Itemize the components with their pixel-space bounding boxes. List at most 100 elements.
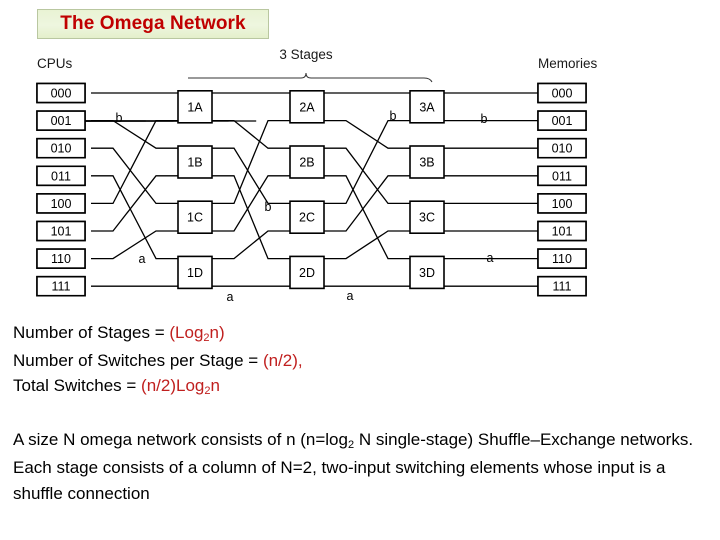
wire-cpu-to-stage1-1: [91, 119, 178, 149]
wire-stage2-to-stage3-3: [324, 175, 410, 260]
formula-line-total-switches: Total Switches = (n/2)Log2n: [13, 373, 573, 401]
wire-stage1-to-stage2-6: [212, 230, 290, 260]
wire-cpu-to-stage1-6: [91, 230, 178, 260]
cpu-node-top-001-label: 001: [51, 114, 72, 128]
formula-value-total-switches-sub: 2: [204, 385, 211, 397]
stage2-switch-2D-label: 2D: [299, 266, 315, 280]
stage1-switch-1B: 1B: [177, 145, 213, 179]
stage1-switch-1A: 1A: [177, 89, 213, 124]
wire-stage1-to-stage2-1: [212, 119, 290, 149]
wire-label-a-1: a: [139, 252, 146, 266]
stage3-switch-3A-label: 3A: [419, 100, 435, 114]
wire-stage2-to-stage3-6: [324, 230, 410, 260]
formula-label-stages: Number of Stages =: [13, 323, 170, 342]
cpu-node-top-110: 110: [36, 248, 86, 269]
cpu-node-top-011: 011: [36, 165, 86, 187]
memory-node-top-000-label: 000: [552, 87, 573, 101]
wire-label-b-0: b: [116, 111, 123, 125]
stage2-switch-2C: 2C: [289, 200, 325, 234]
formula-label-total-switches: Total Switches =: [13, 376, 142, 395]
formula-value-total-switches: (n/2)Log2n: [141, 376, 220, 397]
cpu-node-top-101-label: 101: [51, 225, 72, 239]
page-title: The Omega Network: [60, 13, 246, 34]
stage2-switch-2B-label: 2B: [299, 156, 314, 170]
memory-node-top-010: 010: [537, 137, 587, 159]
stage3-switch-3A: 3A: [409, 89, 445, 124]
cpu-node-top-101: 101: [36, 220, 86, 242]
stage3-switch-3B: 3B: [409, 145, 445, 179]
formula-value-stages-tail: n): [209, 323, 225, 342]
stage3-switch-3C-label: 3C: [419, 211, 435, 225]
wire-cpu-to-stage1-4: [91, 119, 178, 205]
memory-node-top-010-label: 010: [552, 142, 573, 156]
cpus-column-label: CPUs: [37, 56, 73, 71]
stage1-switch-1C: 1C: [177, 200, 213, 234]
memory-node-top-111: 111: [537, 275, 587, 297]
memory-node-top-011: 011: [537, 165, 587, 187]
wire-label-b-4: b: [390, 109, 397, 123]
stage2-switch-2A-label: 2A: [299, 100, 315, 114]
stage3-switch-3B-label: 3B: [419, 156, 434, 170]
wire-cpu-to-stage1-3: [91, 175, 178, 260]
stage1-switch-1B-label: 1B: [187, 156, 202, 170]
cpu-node-top-110-label: 110: [51, 252, 71, 266]
stage1-switch-1C-label: 1C: [187, 211, 203, 225]
cpu-node-top-000: 000: [36, 82, 86, 104]
memories-column-label: Memories: [538, 56, 598, 71]
memory-node-top-111-label: 111: [552, 280, 571, 294]
stage2-switch-2C-label: 2C: [299, 211, 315, 225]
wire-label-b-2: b: [265, 200, 272, 214]
wire-stage2-to-stage3-1: [324, 119, 410, 149]
body-text-part1: A size N omega network consists of n (n=…: [13, 430, 348, 449]
stage2-switch-2D: 2D: [289, 255, 325, 290]
title-banner: The Omega Network: [37, 9, 269, 39]
stages-brace: [188, 72, 433, 83]
formula-value-total-switches-head: (n/2)Log: [141, 376, 205, 395]
memory-node-top-001-label: 001: [552, 114, 573, 128]
memory-node-top-011-label: 011: [552, 169, 572, 183]
stage3-switch-3C: 3C: [409, 200, 445, 234]
cpu-node-top-011-label: 011: [51, 169, 71, 183]
stage1-switch-1A-label: 1A: [187, 100, 203, 114]
cpu-node-top-100: 100: [36, 193, 86, 214]
memory-node-top-101-label: 101: [552, 225, 573, 239]
stages-label: 3 Stages: [279, 48, 333, 62]
formula-line-stages: Number of Stages = (Log2n): [13, 320, 573, 348]
wire-stage1-to-stage2-4: [212, 119, 290, 205]
cpu-node-top-001: 001: [36, 110, 86, 131]
cpu-node-top-111: 111: [36, 275, 86, 297]
formula-block: Number of Stages = (Log2n) Number of Swi…: [13, 320, 573, 401]
body-paragraph: A size N omega network consists of n (n=…: [13, 427, 701, 507]
memory-node-top-110-label: 110: [552, 252, 572, 266]
wire-label-a-7: a: [487, 251, 494, 265]
formula-value-stages-head: (Log: [169, 323, 204, 342]
formula-value-stages: (Log2n): [169, 323, 225, 344]
wire-label-b-6: b: [481, 112, 488, 126]
formula-value-stages-sub: 2: [203, 332, 210, 344]
formula-label-switches-per-stage: Number of Switches per Stage =: [13, 351, 263, 370]
formula-value-total-switches-tail: n: [210, 376, 220, 395]
cpu-node-top-010: 010: [36, 137, 86, 159]
memory-node-top-100: 100: [537, 193, 587, 214]
stage2-switch-2A: 2A: [289, 89, 325, 124]
memory-node-top-100-label: 100: [552, 197, 573, 211]
formula-value-switches-per-stage: (n/2),: [262, 351, 303, 370]
wire-label-a-5: a: [347, 289, 354, 303]
memory-node-top-101: 101: [537, 220, 587, 242]
stage3-switch-3D: 3D: [409, 255, 445, 290]
slide-canvas: The Omega Network CPUs Memories 3 Stages 00…: [0, 0, 720, 540]
wire-label-a-3: a: [227, 290, 234, 304]
memory-node-top-110: 110: [537, 248, 587, 269]
body-text-sub: 2: [347, 439, 355, 451]
stage1-switch-1D: 1D: [177, 255, 213, 290]
stage3-switch-3D-label: 3D: [419, 266, 435, 280]
memory-node-top-001: 001: [537, 110, 587, 131]
stage1-switch-1D-label: 1D: [187, 266, 203, 280]
wire-stage2-to-stage3-4: [324, 119, 410, 205]
formula-line-switches-per-stage: Number of Switches per Stage = (n/2),: [13, 348, 573, 373]
memory-node-top-000: 000: [537, 82, 587, 104]
cpu-node-top-100-label: 100: [51, 197, 72, 211]
omega-network-diagram: CPUs Memories 3 Stages 000 001 010 011 100 101 11…: [18, 48, 618, 316]
cpu-node-top-000-label: 000: [51, 87, 72, 101]
cpu-node-top-010-label: 010: [51, 142, 72, 156]
